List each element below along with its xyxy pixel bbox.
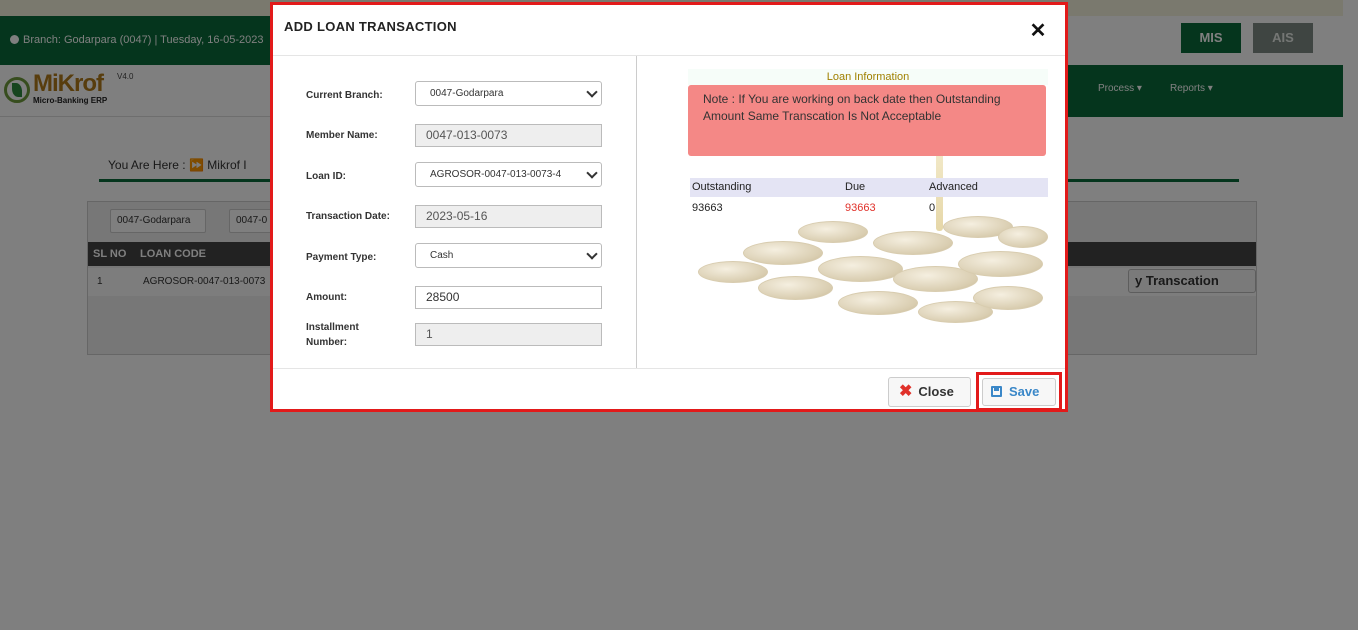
- transaction-date-label: Transaction Date:: [306, 211, 390, 222]
- amount-label: Amount:: [306, 292, 348, 303]
- advanced-value: 0: [929, 202, 936, 214]
- due-value: 93663: [845, 202, 876, 214]
- coins-illustration: [698, 206, 1048, 336]
- loan-information-panel: Loan Information Note : If You are worki…: [638, 56, 1065, 368]
- transaction-form: Current Branch: 0047-Godarpara Member Na…: [273, 56, 637, 368]
- save-button[interactable]: Save: [982, 378, 1056, 406]
- close-button[interactable]: ✖ Close: [888, 377, 971, 407]
- advanced-header: Advanced: [929, 181, 978, 193]
- loan-id-label: Loan ID:: [306, 171, 346, 182]
- chevron-down-icon: [586, 248, 598, 260]
- installment-number-label: Installment Number:: [306, 322, 359, 348]
- payment-type-value: Cash: [430, 250, 454, 261]
- close-button-label: Close: [918, 384, 954, 399]
- chevron-down-icon: [586, 167, 598, 179]
- add-loan-transaction-modal: ADD LOAN TRANSACTION ✕ Current Branch: 0…: [270, 2, 1068, 412]
- outstanding-value: 93663: [692, 202, 723, 214]
- payment-type-select[interactable]: Cash: [415, 243, 602, 268]
- modal-title: ADD LOAN TRANSACTION: [284, 19, 457, 34]
- amount-field[interactable]: 28500: [415, 286, 602, 309]
- transaction-date-field[interactable]: 2023-05-16: [415, 205, 602, 228]
- loan-amounts-row: 93663 93663 0: [690, 199, 1048, 217]
- loan-id-value: AGROSOR-0047-013-0073-4: [430, 169, 562, 180]
- loan-amounts-header: Outstanding Due Advanced: [690, 178, 1048, 197]
- outstanding-header: Outstanding: [692, 181, 752, 193]
- due-header: Due: [845, 181, 866, 193]
- installment-number-field[interactable]: 1: [415, 323, 602, 346]
- close-icon: ✖: [899, 383, 913, 400]
- loan-information-title: Loan Information: [688, 69, 1048, 85]
- member-name-field[interactable]: 0047-013-0073: [415, 124, 602, 147]
- modal-footer: ✖ Close Save: [273, 368, 1065, 412]
- close-x-icon[interactable]: ✕: [1026, 19, 1050, 43]
- modal-header: ADD LOAN TRANSACTION ✕: [273, 5, 1065, 56]
- save-highlight: Save: [976, 372, 1062, 411]
- back-date-note: Note : If You are working on back date t…: [688, 85, 1046, 156]
- member-name-label: Member Name:: [306, 130, 378, 141]
- payment-type-label: Payment Type:: [306, 252, 377, 263]
- current-branch-label: Current Branch:: [306, 90, 383, 101]
- floppy-disk-icon: [991, 386, 1002, 397]
- chevron-down-icon: [586, 86, 598, 98]
- current-branch-select[interactable]: 0047-Godarpara: [415, 81, 602, 106]
- current-branch-value: 0047-Godarpara: [430, 88, 504, 99]
- loan-id-select[interactable]: AGROSOR-0047-013-0073-4: [415, 162, 602, 187]
- save-button-label: Save: [1009, 384, 1040, 399]
